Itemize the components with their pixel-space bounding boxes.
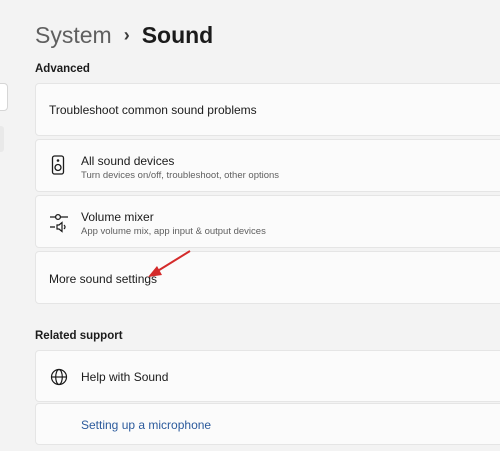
globe-icon — [50, 368, 68, 391]
breadcrumb-separator: › — [123, 24, 130, 45]
volume-mixer-title: Volume mixer — [81, 210, 154, 224]
left-pane-selected-item-edge[interactable] — [0, 126, 4, 152]
page-title: Sound — [141, 21, 214, 48]
help-with-sound-card[interactable]: Help with Sound — [35, 350, 500, 402]
setting-up-microphone-link[interactable]: Setting up a microphone — [81, 418, 211, 432]
all-sound-devices-title: All sound devices — [81, 154, 175, 168]
all-sound-devices-subtitle: Turn devices on/off, troubleshoot, other… — [81, 170, 280, 181]
troubleshoot-sound-card[interactable]: Troubleshoot common sound problems — [35, 83, 500, 136]
speaker-icon — [51, 155, 65, 180]
volume-mixer-subtitle: App volume mix, app input & output devic… — [81, 226, 266, 237]
volume-mixer-card[interactable]: Volume mixer App volume mix, app input &… — [35, 195, 500, 248]
more-sound-settings-card[interactable]: More sound settings — [35, 251, 500, 304]
volume-mixer-icon — [49, 211, 69, 238]
breadcrumb: System › Sound — [35, 18, 213, 52]
section-label-advanced: Advanced — [35, 63, 90, 75]
all-sound-devices-card[interactable]: All sound devices Turn devices on/off, t… — [35, 139, 500, 192]
troubleshoot-sound-title: Troubleshoot common sound problems — [49, 103, 257, 117]
help-links-card: Setting up a microphone — [35, 403, 500, 445]
left-pane-search-box-edge[interactable] — [0, 83, 8, 111]
help-with-sound-title: Help with Sound — [81, 370, 169, 384]
breadcrumb-parent-system[interactable]: System — [35, 22, 112, 49]
section-label-related-support: Related support — [35, 330, 123, 342]
more-sound-settings-title: More sound settings — [49, 272, 158, 286]
